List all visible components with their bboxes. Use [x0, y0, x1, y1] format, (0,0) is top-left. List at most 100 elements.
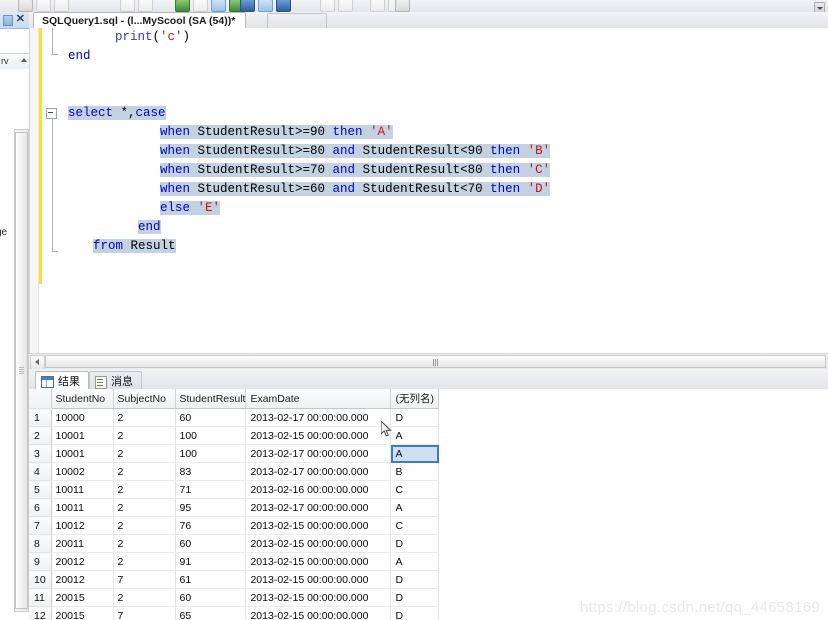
cell-studentno[interactable]: 20015 — [51, 588, 114, 607]
cell-examdate[interactable]: 2013-02-15 00:00:00.000 — [245, 534, 392, 553]
row-number-cell[interactable]: 3 — [29, 444, 52, 463]
table-row[interactable]: 11 20015 2 60 2013-02-15 00:00:00.000 D — [29, 588, 440, 607]
column-header-examdate[interactable]: ExamDate — [245, 389, 392, 409]
cell-studentno[interactable]: 10000 — [51, 408, 114, 427]
cell-studentresult[interactable]: 60 — [175, 534, 247, 553]
hscroll-thumb[interactable] — [45, 355, 826, 368]
grid-corner-header[interactable] — [29, 389, 52, 409]
table-row[interactable]: 3 10001 2 100 2013-02-17 00:00:00.000 A — [29, 444, 440, 463]
cell-studentno[interactable]: 20015 — [51, 606, 114, 620]
row-number-cell[interactable]: 2 — [29, 426, 52, 445]
debug-icon[interactable] — [193, 0, 208, 12]
cell-examdate[interactable]: 2013-02-16 00:00:00.000 — [245, 480, 392, 499]
save-icon[interactable] — [54, 0, 69, 12]
column-header-studentresult[interactable]: StudentResult — [175, 389, 247, 409]
cell-studentresult[interactable]: 76 — [175, 516, 247, 535]
cell-examdate[interactable]: 2013-02-15 00:00:00.000 — [245, 606, 392, 620]
new-query-icon[interactable] — [18, 0, 33, 12]
column-header-studentno[interactable]: StudentNo — [51, 389, 114, 409]
indent-decrease-icon[interactable] — [370, 0, 385, 12]
cell-subjectno[interactable]: 2 — [113, 498, 176, 517]
table-row[interactable]: 12 20015 7 65 2013-02-15 00:00:00.000 D — [29, 606, 440, 620]
cell-studentno[interactable]: 10011 — [51, 498, 114, 517]
undo-icon[interactable] — [120, 0, 135, 12]
row-number-cell[interactable]: 12 — [29, 606, 52, 620]
results-to-grid-icon[interactable] — [240, 0, 255, 12]
comment-icon[interactable] — [320, 0, 335, 12]
uncomment-icon[interactable] — [338, 0, 353, 12]
cell-studentresult[interactable]: 60 — [175, 408, 247, 427]
cell-studentresult[interactable]: 91 — [175, 552, 247, 571]
cell-grade[interactable]: A — [390, 552, 440, 571]
cell-grade[interactable]: D — [390, 606, 440, 620]
cell-studentresult[interactable]: 61 — [175, 570, 247, 589]
open-file-icon[interactable] — [36, 0, 51, 12]
row-number-cell[interactable]: 7 — [29, 516, 52, 535]
column-header-noname[interactable]: (无列名) — [390, 389, 440, 409]
cell-examdate[interactable]: 2013-02-17 00:00:00.000 — [245, 462, 392, 481]
cell-studentresult[interactable]: 71 — [175, 480, 247, 499]
cell-examdate[interactable]: 2013-02-17 00:00:00.000 — [245, 498, 392, 517]
cell-subjectno[interactable]: 2 — [113, 516, 176, 535]
cell-examdate[interactable]: 2013-02-15 00:00:00.000 — [245, 588, 392, 607]
cell-grade[interactable]: B — [390, 462, 440, 481]
cell-grade[interactable]: D — [390, 408, 440, 427]
cell-subjectno[interactable]: 2 — [113, 588, 176, 607]
row-number-cell[interactable]: 9 — [29, 552, 52, 571]
panel-vertical-scrollbar[interactable] — [14, 129, 29, 612]
column-header-subjectno[interactable]: SubjectNo — [113, 389, 176, 409]
cell-studentno[interactable]: 10001 — [51, 444, 114, 463]
cell-studentno[interactable]: 20012 — [51, 552, 114, 571]
cell-studentno[interactable]: 20012 — [51, 570, 114, 589]
panel-scrollbar-thumb[interactable] — [15, 132, 28, 609]
table-row[interactable]: 6 10011 2 95 2013-02-17 00:00:00.000 A — [29, 498, 440, 517]
cell-subjectno[interactable]: 2 — [113, 444, 176, 463]
row-number-cell[interactable]: 10 — [29, 570, 52, 589]
table-row[interactable]: 5 10011 2 71 2013-02-16 00:00:00.000 C — [29, 480, 440, 499]
cell-subjectno[interactable]: 2 — [113, 462, 176, 481]
row-number-cell[interactable]: 11 — [29, 588, 52, 607]
cell-studentresult[interactable]: 65 — [175, 606, 247, 620]
table-row[interactable]: 4 10002 2 83 2013-02-17 00:00:00.000 B — [29, 462, 440, 481]
cell-studentno[interactable]: 20011 — [51, 534, 114, 553]
table-row[interactable]: 9 20012 2 91 2013-02-15 00:00:00.000 A — [29, 552, 440, 571]
row-number-cell[interactable]: 6 — [29, 498, 52, 517]
cell-grade[interactable]: D — [390, 570, 440, 589]
cell-subjectno[interactable]: 7 — [113, 606, 176, 620]
row-number-cell[interactable]: 8 — [29, 534, 52, 553]
execute-icon[interactable] — [175, 0, 190, 12]
cell-grade[interactable]: A — [390, 426, 440, 445]
bookmark-icon[interactable] — [395, 0, 410, 12]
results-grid[interactable]: StudentNo SubjectNo StudentResult ExamDa… — [29, 389, 828, 620]
results-to-text-icon[interactable] — [258, 0, 273, 12]
cell-studentno[interactable]: 10012 — [51, 516, 114, 535]
cell-examdate[interactable]: 2013-02-15 00:00:00.000 — [245, 426, 392, 445]
table-row[interactable]: 1 10000 2 60 2013-02-17 00:00:00.000 D — [29, 408, 440, 427]
cell-examdate[interactable]: 2013-02-17 00:00:00.000 — [245, 408, 392, 427]
cell-studentresult[interactable]: 100 — [175, 426, 247, 445]
editor-text-area[interactable]: print('c') end select *,case when StudentRe… — [60, 28, 828, 353]
hscroll-track[interactable] — [45, 355, 826, 368]
results-to-file-icon[interactable] — [276, 0, 291, 12]
cell-subjectno[interactable]: 2 — [113, 480, 176, 499]
cell-grade[interactable]: A — [390, 444, 440, 463]
row-number-cell[interactable]: 1 — [29, 408, 52, 427]
cell-subjectno[interactable]: 2 — [113, 534, 176, 553]
tab-messages[interactable]: 消息 — [89, 371, 142, 391]
cell-studentresult[interactable]: 83 — [175, 462, 247, 481]
cell-grade[interactable]: C — [390, 480, 440, 499]
cell-studentresult[interactable]: 95 — [175, 498, 247, 517]
cell-subjectno[interactable]: 2 — [113, 426, 176, 445]
cell-studentno[interactable]: 10002 — [51, 462, 114, 481]
cell-studentno[interactable]: 10001 — [51, 426, 114, 445]
cell-studentresult[interactable]: 60 — [175, 588, 247, 607]
cell-subjectno[interactable]: 7 — [113, 570, 176, 589]
cell-studentresult[interactable]: 100 — [175, 444, 247, 463]
auto-hide-pin-icon[interactable] — [3, 15, 13, 26]
row-number-cell[interactable]: 4 — [29, 462, 52, 481]
cell-grade[interactable]: A — [390, 498, 440, 517]
cell-subjectno[interactable]: 2 — [113, 552, 176, 571]
table-row[interactable]: 8 20011 2 60 2013-02-15 00:00:00.000 D — [29, 534, 440, 553]
table-row[interactable]: 2 10001 2 100 2013-02-15 00:00:00.000 A — [29, 426, 440, 445]
cell-examdate[interactable]: 2013-02-15 00:00:00.000 — [245, 516, 392, 535]
